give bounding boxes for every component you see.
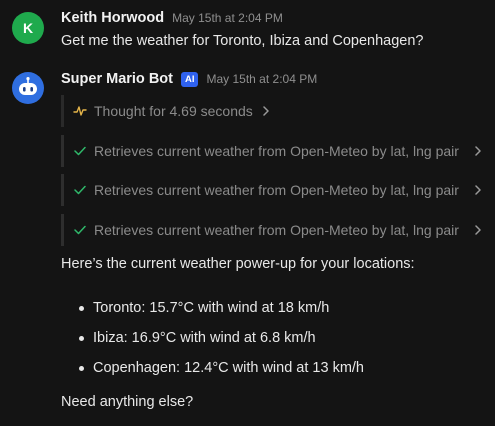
tool-call-row[interactable]: Retrieves current weather from Open-Mete…: [61, 214, 486, 246]
tool-call-row[interactable]: Retrieves current weather from Open-Mete…: [61, 135, 486, 167]
bot-message-timestamp: May 15th at 2:04 PM: [206, 72, 318, 86]
check-icon: [72, 225, 88, 235]
user-message-header: Keith Horwood May 15th at 2:04 PM: [61, 10, 283, 26]
chevron-right-icon: [262, 106, 270, 116]
tool-call-row[interactable]: Retrieves current weather from Open-Mete…: [61, 174, 486, 206]
user-message-text: Get me the weather for Toronto, Ibiza an…: [61, 33, 424, 49]
bullet-dot: [79, 365, 84, 371]
check-icon: [72, 185, 88, 195]
tool-call-label: Retrieves current weather from Open-Mete…: [94, 143, 459, 159]
user-message-timestamp: May 15th at 2:04 PM: [172, 11, 283, 25]
ai-badge: AI: [180, 71, 199, 87]
user-avatar[interactable]: K: [12, 12, 44, 44]
weather-list: Toronto: 15.7°C with wind at 18 km/h Ibi…: [79, 293, 364, 383]
bullet-dot: [79, 335, 84, 341]
robot-icon: [19, 77, 37, 95]
list-item-text: Ibiza: 16.9°C with wind at 6.8 km/h: [93, 330, 316, 346]
bot-name[interactable]: Super Mario Bot: [61, 71, 173, 87]
list-item: Copenhagen: 12.4°C with wind at 13 km/h: [79, 353, 364, 383]
chevron-right-icon: [474, 225, 482, 235]
list-item-text: Copenhagen: 12.4°C with wind at 13 km/h: [93, 360, 364, 376]
thought-toggle[interactable]: Thought for 4.69 seconds: [61, 95, 276, 127]
bot-avatar[interactable]: [12, 72, 44, 104]
list-item: Ibiza: 16.9°C with wind at 6.8 km/h: [79, 323, 364, 353]
chevron-right-icon: [474, 146, 482, 156]
bot-reply-closing: Need anything else?: [61, 394, 194, 410]
user-avatar-initial: K: [22, 20, 34, 36]
user-name[interactable]: Keith Horwood: [61, 10, 164, 26]
activity-icon: [72, 105, 88, 117]
check-icon: [72, 146, 88, 156]
tool-call-label: Retrieves current weather from Open-Mete…: [94, 182, 459, 198]
list-item-text: Toronto: 15.7°C with wind at 18 km/h: [93, 300, 330, 316]
tool-call-label: Retrieves current weather from Open-Mete…: [94, 222, 459, 238]
thought-label: Thought for 4.69 seconds: [94, 103, 253, 119]
chevron-right-icon: [474, 185, 482, 195]
bot-reply-intro: Here’s the current weather power-up for …: [61, 256, 415, 272]
list-item: Toronto: 15.7°C with wind at 18 km/h: [79, 293, 364, 323]
bot-message-header: Super Mario Bot AI May 15th at 2:04 PM: [61, 71, 317, 87]
chat-thread: K Keith Horwood May 15th at 2:04 PM Get …: [0, 0, 495, 426]
bullet-dot: [79, 305, 84, 311]
